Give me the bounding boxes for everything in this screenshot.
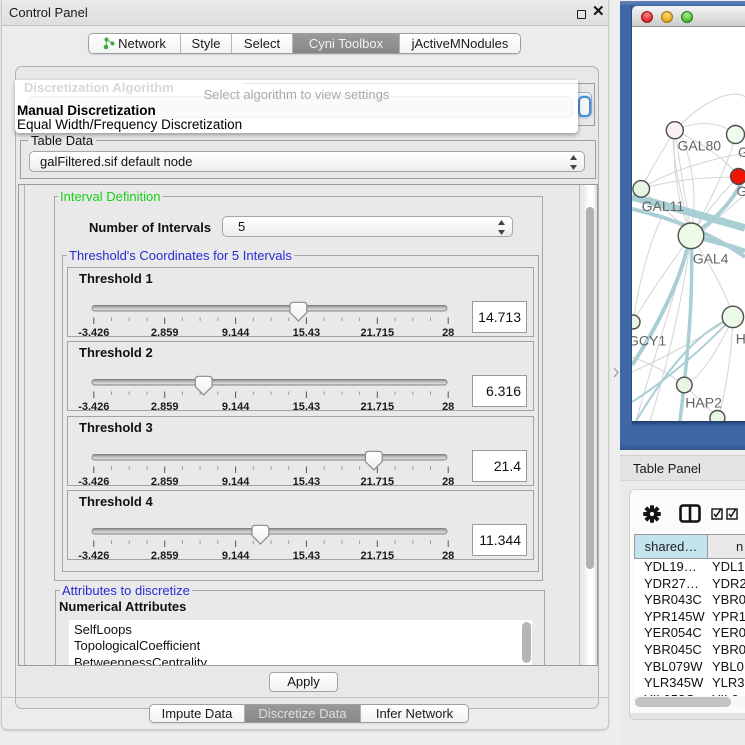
svg-text:GCY1: GCY1 xyxy=(632,333,666,349)
svg-text:2.859: 2.859 xyxy=(151,327,179,339)
svg-text:-3.426: -3.426 xyxy=(78,550,109,562)
svg-text:2.859: 2.859 xyxy=(151,401,179,413)
svg-text:2.859: 2.859 xyxy=(151,476,179,488)
svg-text:GAL11: GAL11 xyxy=(642,198,685,214)
svg-text:9.144: 9.144 xyxy=(222,476,250,488)
svg-text:9.144: 9.144 xyxy=(222,401,250,413)
svg-text:21.715: 21.715 xyxy=(360,476,394,488)
svg-text:H: H xyxy=(736,331,745,347)
svg-text:28: 28 xyxy=(442,550,454,562)
svg-text:GAL4: GAL4 xyxy=(693,251,729,267)
svg-text:2.859: 2.859 xyxy=(151,550,179,562)
svg-text:-3.426: -3.426 xyxy=(78,476,109,488)
svg-text:15.43: 15.43 xyxy=(293,550,321,562)
svg-text:-3.426: -3.426 xyxy=(78,401,109,413)
svg-text:21.715: 21.715 xyxy=(360,327,394,339)
svg-text:GAL80: GAL80 xyxy=(678,138,722,154)
svg-text:28: 28 xyxy=(442,476,454,488)
svg-text:15.43: 15.43 xyxy=(293,476,321,488)
svg-text:28: 28 xyxy=(442,401,454,413)
svg-text:21.715: 21.715 xyxy=(360,401,394,413)
svg-text:9.144: 9.144 xyxy=(222,327,250,339)
svg-text:HAP2: HAP2 xyxy=(685,395,722,411)
svg-text:9.144: 9.144 xyxy=(222,550,250,562)
svg-text:15.43: 15.43 xyxy=(293,401,321,413)
svg-text:-3.426: -3.426 xyxy=(78,327,109,339)
svg-text:15.43: 15.43 xyxy=(293,327,321,339)
svg-text:21.715: 21.715 xyxy=(360,550,394,562)
svg-text:GA: GA xyxy=(738,144,745,160)
svg-text:28: 28 xyxy=(442,327,454,339)
svg-text:G: G xyxy=(737,183,745,199)
